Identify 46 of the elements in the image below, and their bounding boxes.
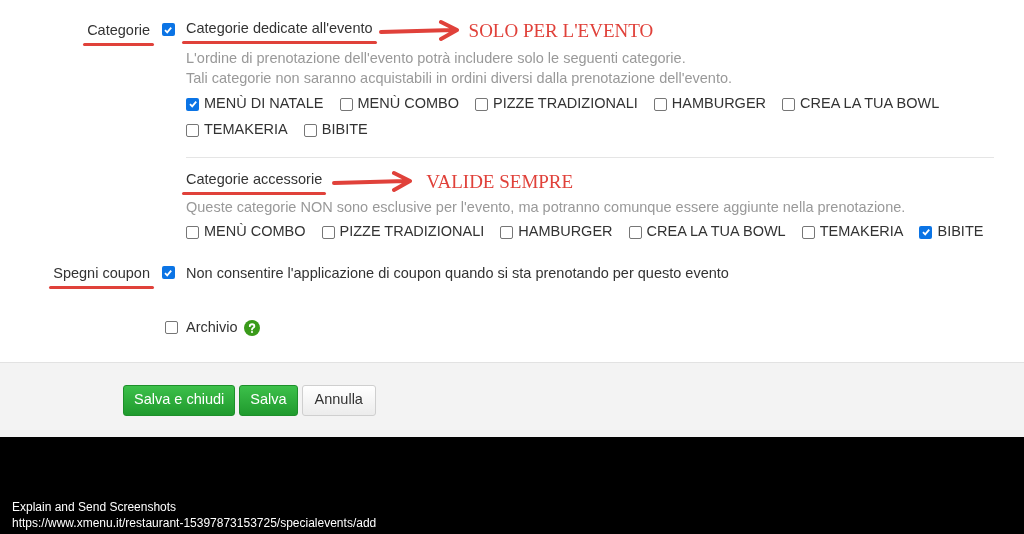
checkbox[interactable] [919, 225, 933, 239]
checkbox[interactable] [628, 225, 642, 239]
checkbox[interactable] [186, 225, 199, 239]
save-button[interactable]: Salva e chiudi [123, 384, 236, 416]
help-text: Tali categorie non saranno acquistabili in ordini diversi dalla prenotazione dell'evento. [186, 69, 734, 88]
checkbox[interactable] [161, 23, 175, 36]
checkbox-label: Non consentire l'applicazione di coupon quando si sta prenotando per questo evento [186, 264, 729, 283]
save-button[interactable]: Salva [239, 384, 298, 416]
option-label: BIBITE [937, 222, 984, 242]
checkbox-label: Archivio [186, 317, 238, 337]
option-label: PIZZE TRADIZIONALI [339, 222, 485, 242]
caption-text: https://www.xmenu.it/restaurant-15397873153725/specialevents/add [12, 515, 378, 531]
checkbox[interactable] [475, 97, 488, 111]
help-text: L'ordine di prenotazione dell'evento potrà includere solo le seguenti categorie. [186, 49, 687, 68]
option-label: CREA LA TUA BOWL [646, 222, 786, 242]
option-label: MENÙ COMBO [357, 94, 459, 114]
field-label: Spegni coupon [53, 264, 150, 283]
option-label: TEMAKERIA [204, 120, 288, 140]
option-label: HAMBURGER [518, 222, 613, 242]
option-label: CREA LA TUA BOWL [800, 94, 940, 114]
checkbox[interactable] [165, 321, 178, 335]
checkbox[interactable] [339, 97, 353, 111]
checkbox[interactable] [782, 97, 796, 111]
field-label: Categorie [87, 21, 150, 40]
annotation-text: SOLO PER L'EVENTO [468, 18, 654, 43]
option-label: HAMBURGER [671, 94, 767, 114]
caption-text: Explain and Send Screenshots [12, 499, 178, 515]
checkbox[interactable] [161, 266, 175, 279]
option-label: MENÙ DI NATALE [204, 94, 324, 114]
option-label: PIZZE TRADIZIONALI [493, 94, 638, 114]
cancel-button[interactable]: Annulla [301, 384, 376, 416]
help-text: Queste categorie NON sono esclusive per l'evento, ma potranno comunque essere aggiunte nella prenotazione. [186, 198, 907, 217]
checkbox[interactable] [321, 225, 335, 239]
section-title: Categorie accessorie [186, 170, 323, 190]
help-icon [243, 319, 260, 336]
option-label: TEMAKERIA [819, 222, 904, 242]
option-label: BIBITE [321, 120, 368, 140]
checkbox[interactable] [186, 97, 199, 111]
checkbox[interactable] [500, 225, 514, 239]
section-title: Categorie dedicate all'evento [186, 19, 373, 39]
checkbox[interactable] [303, 123, 317, 137]
checkbox[interactable] [653, 97, 667, 111]
checkbox[interactable] [186, 123, 199, 137]
checkbox[interactable] [801, 225, 815, 239]
option-label: MENÙ COMBO [204, 222, 306, 242]
annotation-text: VALIDE SEMPRE [426, 169, 574, 194]
